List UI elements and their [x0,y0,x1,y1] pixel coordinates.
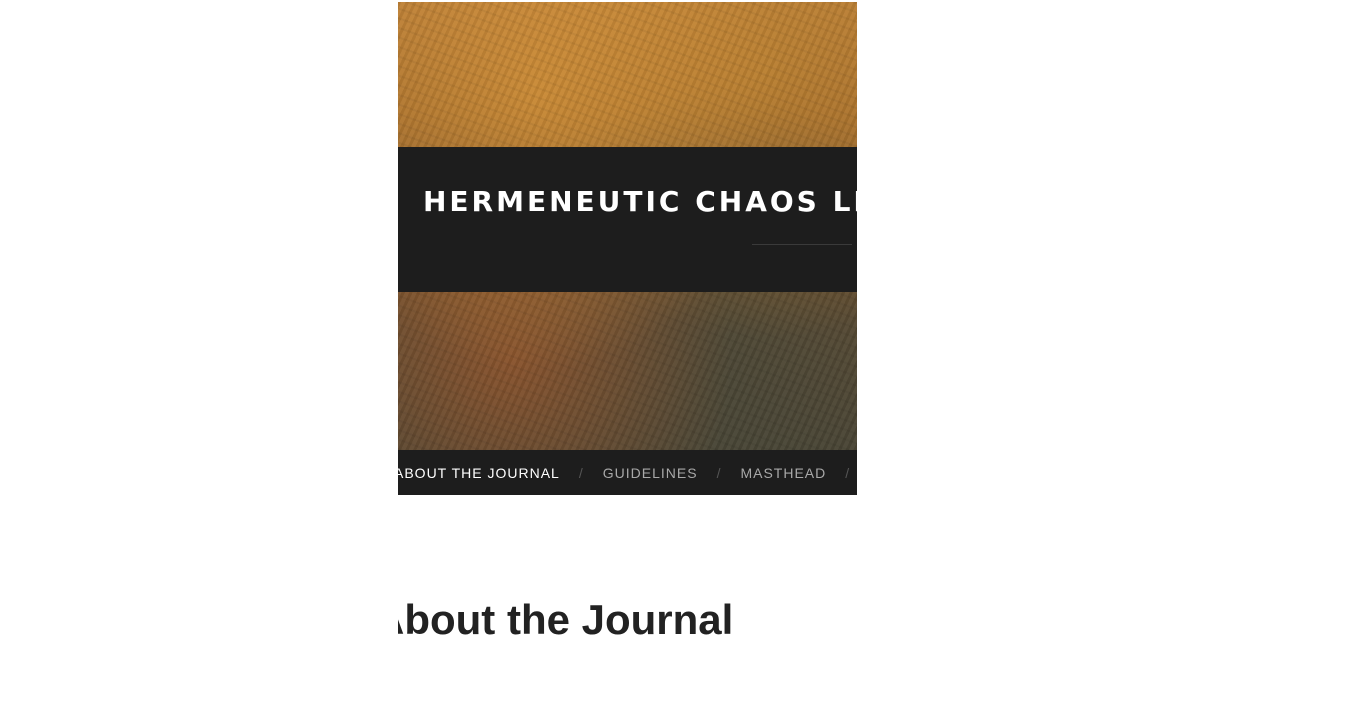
nav-separator: / [716,464,722,481]
site-title-band: HERMENEUTIC CHAOS LITERARY JOURNAL [398,147,857,292]
nav-list: ABOUT THE JOURNAL / GUIDELINES / MASTHEA… [398,450,857,495]
page-viewport: HERMENEUTIC CHAOS LITERARY JOURNAL ABOUT… [398,2,857,713]
site-title-link[interactable]: HERMENEUTIC CHAOS LITERARY JOURNAL [423,185,857,218]
title-divider [752,244,852,245]
nav-item-guidelines[interactable]: GUIDELINES [603,465,698,481]
nav-separator: / [845,464,851,481]
nav-item-about-the-journal[interactable]: ABOUT THE JOURNAL [398,465,560,481]
main-navigation: ABOUT THE JOURNAL / GUIDELINES / MASTHEA… [398,450,857,495]
nav-separator: / [578,464,584,481]
page-title: About the Journal [398,596,734,643]
nav-item-masthead[interactable]: MASTHEAD [740,465,826,481]
